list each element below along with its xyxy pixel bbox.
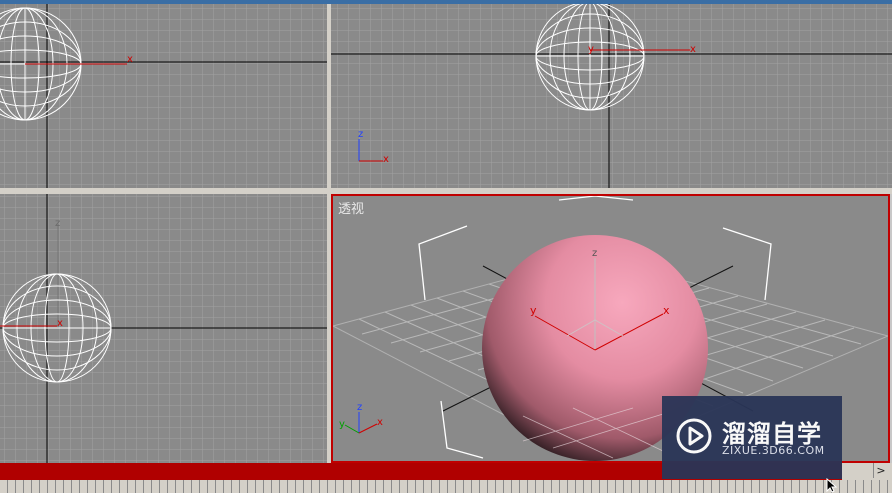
play-logo-icon	[676, 418, 712, 454]
viewport-top-right[interactable]: x y z x	[331, 4, 892, 188]
axis-x-label: x	[690, 44, 696, 55]
viewport-bottom-left[interactable]: z x	[0, 194, 327, 463]
viewport-top-left-canvas: x	[0, 4, 327, 188]
viewport-splitter-vertical[interactable]	[327, 4, 331, 463]
time-slider-controls: >	[842, 463, 892, 480]
gizmo-x-label: x	[377, 417, 383, 428]
axis-y-label: y	[530, 304, 537, 317]
axis-x-label: x	[57, 318, 63, 329]
watermark: 溜溜自学 ZIXUE.3D66.COM	[662, 396, 842, 479]
gizmo-x-label: x	[383, 154, 389, 165]
axis-x-label: x	[663, 304, 670, 317]
gizmo-y-label: y	[339, 419, 345, 430]
viewport-bottom-left-canvas: z x	[0, 194, 327, 463]
gizmo-z-label: z	[357, 402, 362, 413]
viewport-top-left[interactable]: x	[0, 4, 327, 188]
track-bar[interactable]	[0, 480, 892, 493]
next-frame-button[interactable]: >	[873, 463, 888, 478]
mouse-cursor-icon	[826, 478, 838, 493]
viewport-label[interactable]: 透视	[338, 198, 364, 217]
viewport-top-right-canvas: x y z x	[331, 4, 892, 188]
viewport-splitter-horizontal[interactable]	[0, 188, 892, 194]
axis-y-label: y	[588, 44, 594, 55]
gizmo-z-label: z	[358, 129, 363, 140]
watermark-subtitle: ZIXUE.3D66.COM	[722, 444, 825, 457]
axis-z-label: z	[592, 248, 597, 259]
axis-z-label: z	[55, 218, 60, 229]
axis-x-label: x	[127, 54, 133, 65]
